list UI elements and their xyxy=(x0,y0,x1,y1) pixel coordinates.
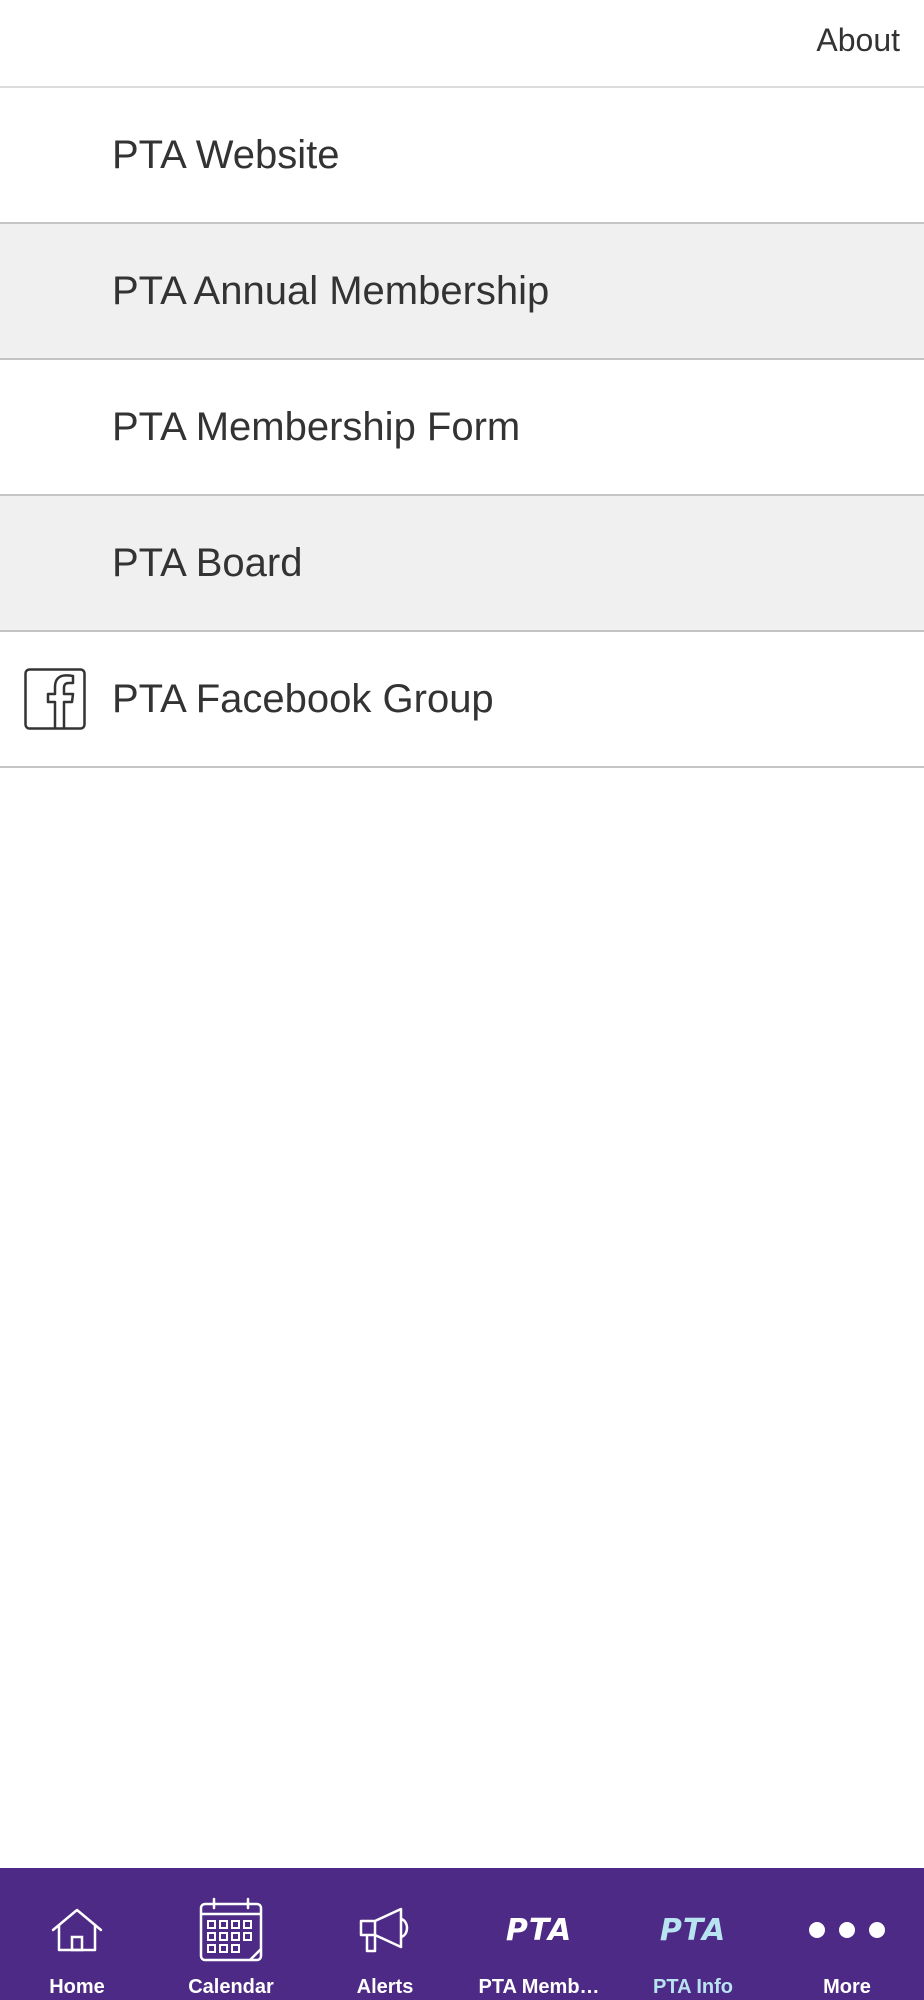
list-item-pta-facebook-group[interactable]: PTA Facebook Group xyxy=(0,632,924,768)
calendar-icon xyxy=(198,1897,264,1962)
tab-label: PTA Memb… xyxy=(478,1976,600,1998)
tab-home[interactable]: Home xyxy=(0,1868,154,2000)
list-item-label: PTA Board xyxy=(112,541,303,585)
list-item-label: PTA Facebook Group xyxy=(112,677,494,721)
more-dots-icon xyxy=(809,1900,885,1960)
tab-label: More xyxy=(823,1976,871,1998)
bottom-tab-bar: Home Calendar Alerts PTA PTA Memb… PTA P… xyxy=(0,1868,924,2000)
pta-logo-icon: PTA xyxy=(506,1900,572,1960)
home-icon xyxy=(49,1900,105,1960)
top-bar: About xyxy=(0,0,924,88)
tab-label: Calendar xyxy=(188,1976,274,1998)
list-item-pta-board[interactable]: PTA Board xyxy=(0,496,924,632)
list-item-label: PTA Membership Form xyxy=(112,405,521,449)
pta-logo-text: PTA xyxy=(659,1912,727,1948)
list-item-label: PTA Website xyxy=(112,133,340,177)
about-link[interactable]: About xyxy=(816,22,900,59)
tab-pta-membership[interactable]: PTA PTA Memb… xyxy=(462,1868,616,2000)
list-item-pta-annual-membership[interactable]: PTA Annual Membership xyxy=(0,224,924,360)
pta-logo-text: PTA xyxy=(505,1912,573,1948)
tab-label: Alerts xyxy=(356,1976,414,1998)
list-item-pta-membership-form[interactable]: PTA Membership Form xyxy=(0,360,924,496)
tab-label: Home xyxy=(49,1976,105,1998)
facebook-icon xyxy=(24,668,86,730)
list-item-pta-website[interactable]: PTA Website xyxy=(0,88,924,224)
pta-logo-icon: PTA xyxy=(660,1900,726,1960)
list-item-label: PTA Annual Membership xyxy=(112,269,550,313)
megaphone-icon xyxy=(357,1900,413,1960)
tab-pta-info[interactable]: PTA PTA Info xyxy=(616,1868,770,2000)
tab-calendar[interactable]: Calendar xyxy=(154,1868,308,2000)
tab-alerts[interactable]: Alerts xyxy=(308,1868,462,2000)
tab-more[interactable]: More xyxy=(770,1868,924,2000)
link-list: PTA Website PTA Annual Membership PTA Me… xyxy=(0,88,924,768)
tab-label: PTA Info xyxy=(653,1976,733,1998)
